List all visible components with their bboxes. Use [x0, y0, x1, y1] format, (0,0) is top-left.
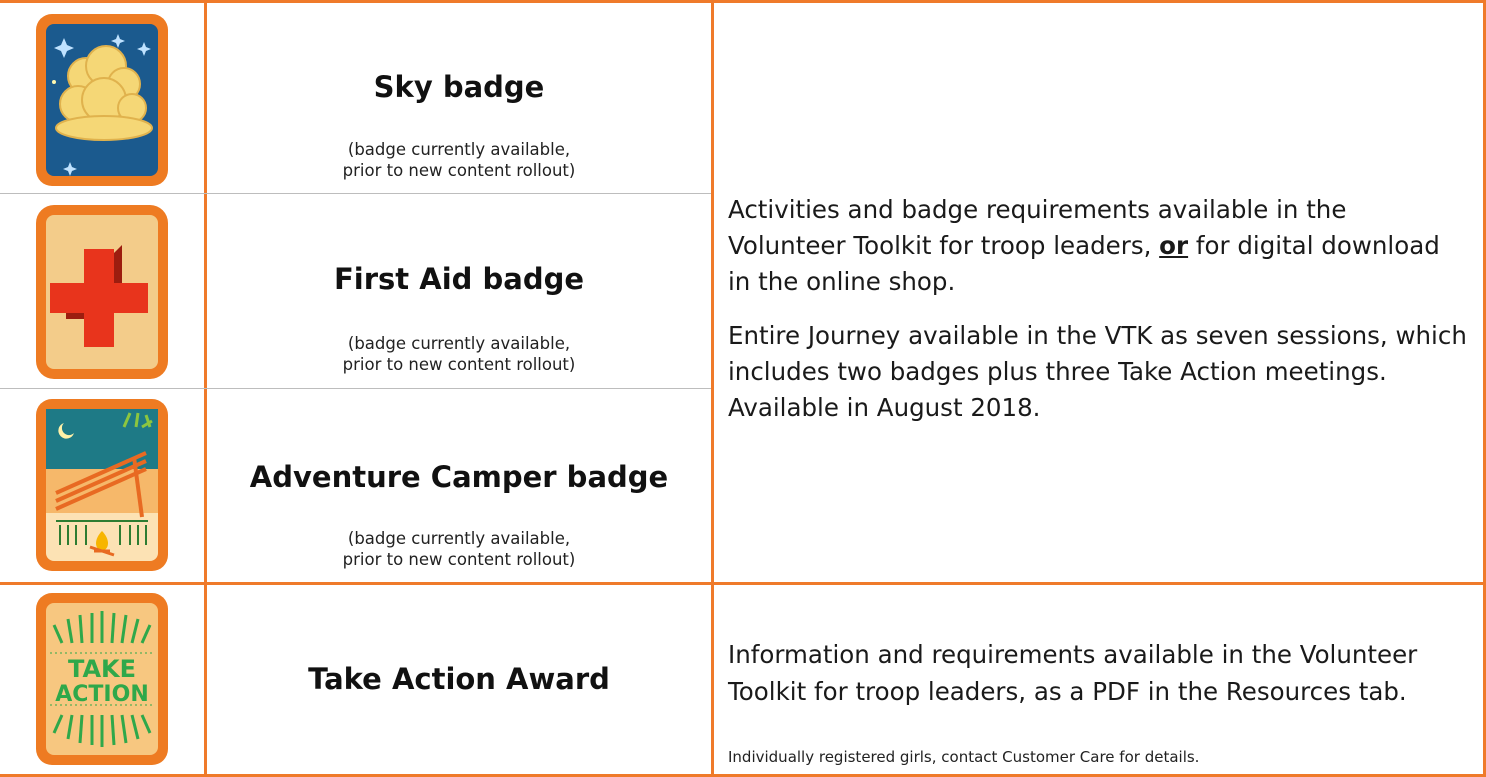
journey-paragraph: Entire Journey available in the VTK as s…: [728, 321, 1467, 422]
resources-paragraph: Activities and badge requirements availa…: [728, 192, 1468, 300]
emphasis-or: or: [1159, 231, 1188, 260]
row-divider-1: [0, 193, 711, 194]
note-line: (badge currently available,: [347, 529, 571, 548]
column-divider-2: [711, 0, 714, 777]
note-line: prior to new content rollout): [342, 161, 576, 180]
badge-availability-note: (badge currently available, prior to new…: [207, 333, 711, 375]
note-line: (badge currently available,: [347, 334, 571, 353]
first-aid-badge-icon: [34, 203, 170, 381]
take-action-icon-line2: ACTION: [55, 682, 148, 707]
row-divider-last: [0, 582, 1486, 585]
badge-name: Sky badge: [373, 70, 545, 104]
take-action-award-icon: TAKE ACTION: [34, 591, 170, 767]
note-line: prior to new content rollout): [342, 550, 576, 569]
badge-availability-note: (badge currently available, prior to new…: [207, 139, 711, 181]
badge-name: First Aid badge: [333, 262, 585, 296]
emphasis-or-text: or: [1159, 231, 1189, 260]
badge-name: Adventure Camper badge: [249, 460, 669, 494]
note-line: prior to new content rollout): [342, 355, 576, 374]
take-action-info-paragraph: Information and requirements available i…: [728, 640, 1418, 706]
row-divider-2: [0, 388, 711, 389]
badge-table: Sky badge (badge currently available, pr…: [0, 0, 1486, 777]
badge-name: Take Action Award: [308, 662, 610, 696]
badge-availability-note: (badge currently available, prior to new…: [207, 528, 711, 570]
customer-care-note: Individually registered girls, contact C…: [728, 748, 1200, 766]
note-line: (badge currently available,: [347, 140, 571, 159]
adventure-camper-badge-icon: [34, 397, 170, 573]
table-border-top: [0, 0, 1486, 3]
sky-badge-icon: [34, 12, 170, 188]
take-action-icon-line1: TAKE: [68, 655, 136, 683]
